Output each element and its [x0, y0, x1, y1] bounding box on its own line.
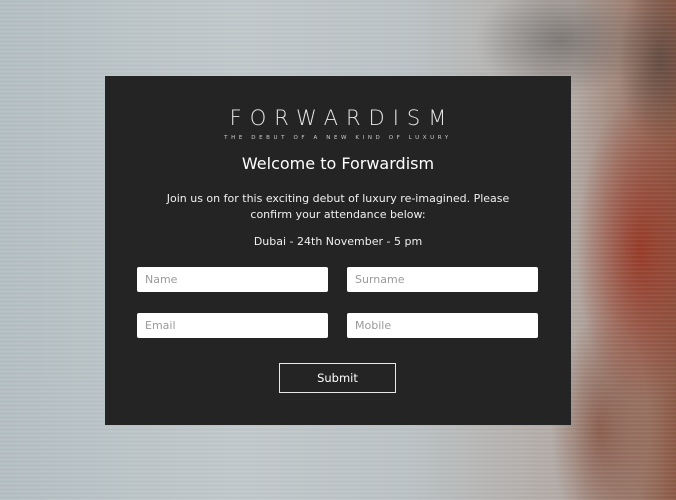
event-details: Dubai - 24th November - 5 pm	[253, 235, 423, 248]
submit-button[interactable]: Submit	[279, 363, 396, 393]
rsvp-modal: FORWARDISM THE DEBUT OF A NEW KIND OF LU…	[105, 76, 571, 425]
mobile-input[interactable]	[347, 313, 538, 338]
surname-input[interactable]	[347, 267, 538, 292]
intro-text: Join us on for this exciting debut of lu…	[166, 192, 510, 221]
brand-tagline: THE DEBUT OF A NEW KIND OF LUXURY	[224, 135, 452, 141]
name-input[interactable]	[137, 267, 328, 292]
modal-title: Welcome to Forwardism	[241, 154, 435, 173]
email-input[interactable]	[137, 313, 328, 338]
brand-logo: FORWARDISM	[229, 106, 455, 130]
